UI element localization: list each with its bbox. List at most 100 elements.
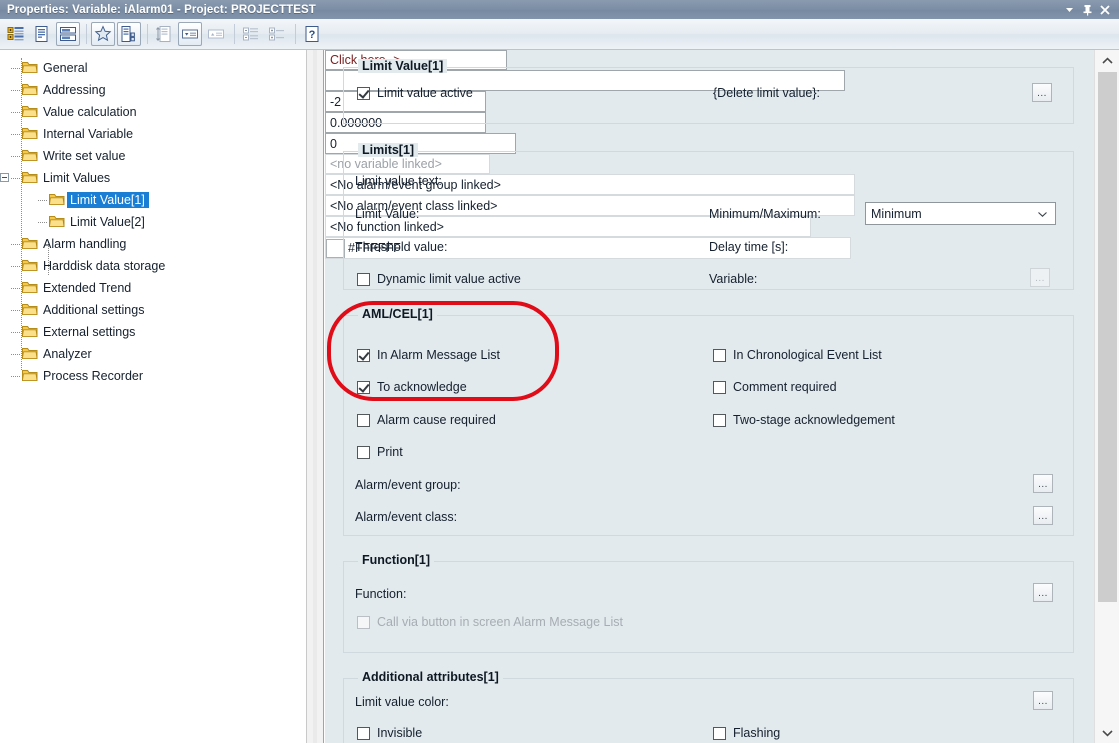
title-bar-buttons bbox=[1061, 2, 1119, 17]
toolbar-sort-alpha-button[interactable] bbox=[152, 22, 176, 46]
alarm-event-group-label: Alarm/event group: bbox=[355, 478, 461, 492]
tree-item-label: Alarm handling bbox=[43, 237, 127, 251]
alarm-event-class-label: Alarm/event class: bbox=[355, 510, 458, 524]
toolbar-favorites-button[interactable] bbox=[91, 22, 115, 46]
limit-value-label-wrap: Limit Value: bbox=[355, 207, 419, 221]
tree-item-alarm-handling[interactable]: Alarm handling bbox=[0, 233, 305, 255]
toolbar-collapse-all-button[interactable] bbox=[239, 22, 263, 46]
alarm-event-class-browse-button[interactable]: ... bbox=[1033, 506, 1053, 525]
close-icon[interactable] bbox=[1097, 2, 1113, 17]
comment-required-checkbox[interactable] bbox=[713, 380, 726, 394]
alarm-cause-required-label: Alarm cause required bbox=[377, 413, 496, 427]
dropdown-arrow-icon[interactable] bbox=[1061, 2, 1077, 17]
toolbar-expand-selected-button[interactable] bbox=[204, 22, 228, 46]
to-acknowledge-row[interactable]: To acknowledge bbox=[357, 380, 467, 394]
limit-value-active-checkbox-row[interactable]: Limit value active bbox=[357, 86, 473, 100]
toolbar-categorized-view-button[interactable] bbox=[4, 22, 28, 46]
threshold-value-label-wrap: Threshold value: bbox=[355, 240, 447, 254]
chevron-down-icon bbox=[1102, 729, 1113, 737]
vertical-scrollbar[interactable] bbox=[1094, 50, 1119, 743]
scrollbar-thumb[interactable] bbox=[1098, 72, 1117, 602]
in-chronological-event-list-label: In Chronological Event List bbox=[733, 348, 882, 362]
delete-limit-value-label: {Delete limit value}: bbox=[713, 86, 821, 100]
limit-value-color-browse-button[interactable]: ... bbox=[1033, 691, 1053, 710]
folder-icon bbox=[22, 83, 40, 97]
tree-item-label: Additional settings bbox=[43, 303, 145, 317]
toolbar-collapse-selected-button[interactable] bbox=[178, 22, 202, 46]
pin-icon[interactable] bbox=[1079, 2, 1095, 17]
dynamic-limit-checkbox-row[interactable]: Dynamic limit value active bbox=[357, 272, 521, 286]
call-via-button-checkbox bbox=[357, 615, 370, 629]
folder-icon bbox=[22, 237, 40, 251]
toolbar-separator bbox=[147, 24, 148, 44]
tree-expander-collapse-icon[interactable] bbox=[0, 173, 9, 182]
delay-time-label: Delay time [s]: bbox=[709, 240, 789, 254]
tree-connector-line bbox=[11, 112, 20, 113]
two-stage-acknowledgement-checkbox[interactable] bbox=[713, 413, 726, 427]
tree-item-harddisk-data-storage[interactable]: Harddisk data storage bbox=[0, 255, 305, 277]
toolbar-separator bbox=[86, 24, 87, 44]
print-row[interactable]: Print bbox=[357, 445, 403, 459]
delay-time-label-wrap: Delay time [s]: bbox=[709, 240, 788, 254]
tree-item-limit-value-2[interactable]: Limit Value[2] bbox=[0, 211, 305, 233]
tree-item-external-settings[interactable]: External settings bbox=[0, 321, 305, 343]
min-max-label-wrap: Minimum/Maximum: bbox=[709, 207, 821, 221]
invisible-checkbox[interactable] bbox=[357, 726, 370, 740]
tree-item-extended-trend[interactable]: Extended Trend bbox=[0, 277, 305, 299]
comment-required-row[interactable]: Comment required bbox=[713, 380, 837, 394]
tree-item-limit-values[interactable]: Limit Values bbox=[0, 167, 305, 189]
toolbar-property-page-button[interactable] bbox=[30, 22, 54, 46]
in-chronological-event-list-checkbox[interactable] bbox=[713, 348, 726, 362]
toolbar-expand-all-button[interactable] bbox=[265, 22, 289, 46]
flashing-checkbox[interactable] bbox=[713, 726, 726, 740]
tree-item-process-recorder[interactable]: Process Recorder bbox=[0, 365, 305, 387]
two-stage-acknowledgement-row[interactable]: Two-stage acknowledgement bbox=[713, 413, 895, 427]
function-browse-button[interactable]: ... bbox=[1033, 583, 1053, 602]
scroll-up-button[interactable] bbox=[1095, 50, 1119, 71]
alarm-cause-required-checkbox[interactable] bbox=[357, 413, 370, 427]
navigation-tree[interactable]: General Addressing Value calculation Int… bbox=[0, 50, 306, 743]
tree-item-addressing[interactable]: Addressing bbox=[0, 79, 305, 101]
delete-limit-value-label-wrap: {Delete limit value}: bbox=[713, 86, 820, 100]
two-stage-acknowledgement-label: Two-stage acknowledgement bbox=[733, 413, 895, 427]
in-alarm-message-list-checkbox[interactable] bbox=[357, 348, 370, 362]
toolbar-grouped-view-button[interactable] bbox=[56, 22, 80, 46]
delete-limit-value-browse-button[interactable]: ... bbox=[1032, 83, 1052, 102]
tree-item-write-set-value[interactable]: Write set value bbox=[0, 145, 305, 167]
tree-item-label: Process Recorder bbox=[43, 369, 144, 383]
panel-splitter[interactable] bbox=[306, 50, 324, 743]
limit-value-active-checkbox[interactable] bbox=[357, 86, 370, 100]
variable-browse-button[interactable]: ... bbox=[1030, 268, 1050, 287]
folder-icon bbox=[22, 171, 40, 185]
min-max-combobox[interactable]: Minimum bbox=[865, 202, 1056, 225]
tree-item-additional-settings[interactable]: Additional settings bbox=[0, 299, 305, 321]
tree-item-value-calculation[interactable]: Value calculation bbox=[0, 101, 305, 123]
toolbar-help-button[interactable]: ? bbox=[300, 22, 324, 46]
tree-item-label: Extended Trend bbox=[43, 281, 132, 295]
toolbar-detail-list-button[interactable] bbox=[117, 22, 141, 46]
tree-item-general[interactable]: General bbox=[0, 57, 305, 79]
dynamic-limit-value-active-checkbox[interactable] bbox=[357, 272, 370, 286]
call-via-button-row: Call via button in screen Alarm Message … bbox=[357, 615, 623, 629]
tree-item-internal-variable[interactable]: Internal Variable bbox=[0, 123, 305, 145]
scroll-down-button[interactable] bbox=[1095, 722, 1119, 743]
tree-item-limit-value-1[interactable]: Limit Value[1] bbox=[0, 189, 305, 211]
function-label: Function: bbox=[355, 587, 407, 601]
folder-icon bbox=[49, 193, 67, 207]
alarm-cause-required-row[interactable]: Alarm cause required bbox=[357, 413, 496, 427]
invisible-row[interactable]: Invisible bbox=[357, 726, 422, 740]
flashing-row[interactable]: Flashing bbox=[713, 726, 780, 740]
min-max-label: Minimum/Maximum: bbox=[709, 207, 821, 221]
tree-connector-line bbox=[11, 178, 20, 179]
in-alarm-message-list-row[interactable]: In Alarm Message List bbox=[357, 348, 500, 362]
in-chronological-event-list-row[interactable]: In Chronological Event List bbox=[713, 348, 882, 362]
tree-item-analyzer[interactable]: Analyzer bbox=[0, 343, 305, 365]
tree-item-label: Internal Variable bbox=[43, 127, 134, 141]
to-acknowledge-checkbox[interactable] bbox=[357, 380, 370, 394]
tree-connector-line bbox=[11, 156, 20, 157]
chevron-down-icon bbox=[1038, 211, 1047, 217]
alarm-event-group-browse-button[interactable]: ... bbox=[1033, 474, 1053, 493]
tree-connector-line bbox=[11, 288, 20, 289]
print-checkbox[interactable] bbox=[357, 445, 370, 459]
threshold-value-label: Threshold value: bbox=[355, 240, 448, 254]
